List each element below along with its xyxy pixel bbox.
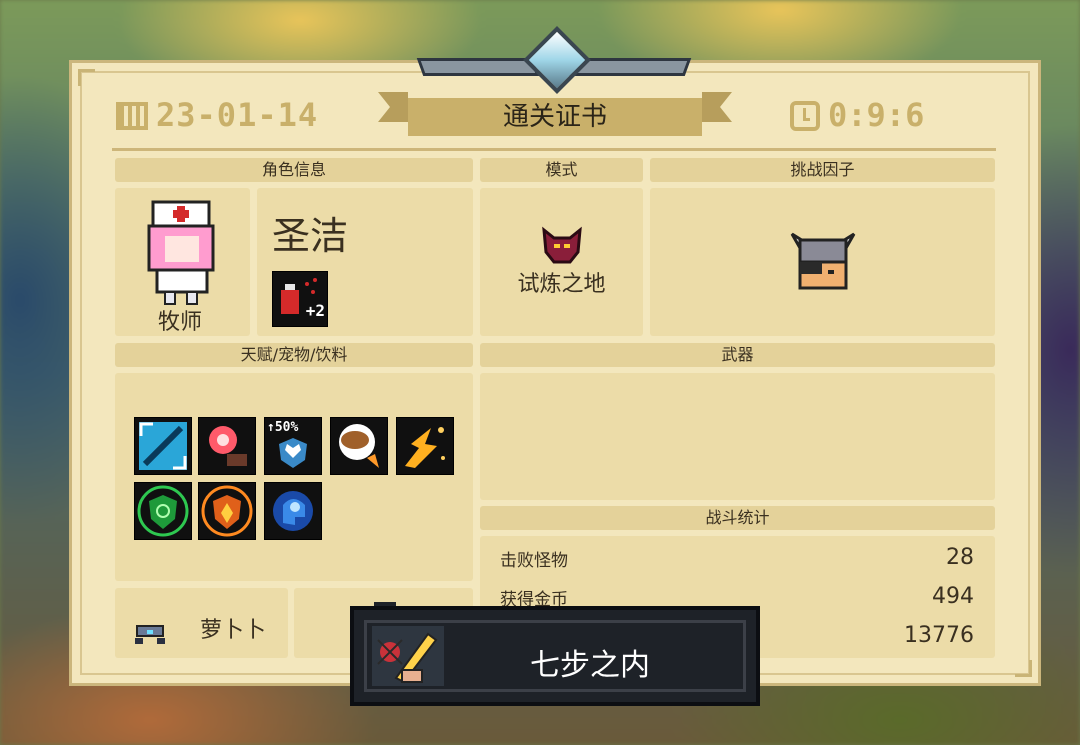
clock-icon [790,101,820,131]
silver-crest-ornament [416,26,692,94]
stat-label-kills: 击败怪物 [500,551,568,571]
stat-value-third: 13776 [904,623,974,648]
section-battle-stats: 战斗统计 [480,506,995,530]
talent-slot[interactable] [264,482,322,540]
talent-slot[interactable] [198,482,256,540]
red-orb-icon [209,426,247,466]
talent-slot[interactable] [330,417,388,475]
golden-sword-icon [377,632,438,684]
diamond-gem-icon [523,26,591,94]
talent-slot[interactable] [396,417,454,475]
pet-robot-icon [135,625,165,644]
section-talents: 天赋/宠物/饮料 [115,343,473,367]
section-mode: 模式 [480,158,643,182]
buff-level-badge: +2 [305,301,325,320]
talent-slot[interactable] [134,482,192,540]
talent-slot[interactable]: ↑50% [264,417,322,475]
stat-value-gold: 494 [932,584,974,609]
pet-name: 萝卜卜 [200,618,267,643]
talents-panel [115,373,473,581]
demon-mask-icon [542,226,582,264]
section-character-info: 角色信息 [115,158,473,182]
corner-ornament [78,69,95,86]
character-portrait-panel[interactable]: 牧师 [115,188,250,336]
speed-blade-icon [139,422,187,470]
time-text: 0:9:6 [828,96,925,134]
challenge-factor-panel[interactable] [650,188,995,336]
priest-character-sprite [147,200,215,305]
header-divider [112,148,996,151]
potion-buff-icon[interactable]: +2 [272,271,328,327]
character-skin-name: 圣洁 [272,214,349,258]
weapon-panel [480,373,995,500]
stat-value-kills: 28 [946,545,974,570]
weapon-icon-frame [372,626,444,686]
talent-badge: ↑50% [267,420,299,435]
mode-panel[interactable] [480,188,643,336]
explosion-spark-icon [405,427,445,468]
certificate-title: 通关证书 [408,98,702,136]
weapon-popup[interactable]: 七步之内 [350,606,760,706]
section-weapon: 武器 [480,343,995,367]
viking-helmet-challenge-icon [790,232,856,290]
blue-brain-icon [273,491,313,531]
run-time: 0:9:6 [790,96,924,134]
corner-ornament [1015,660,1032,677]
weapon-name: 七步之内 [530,648,650,683]
date-text: 23-01-14 [156,96,319,134]
meat-drumstick-icon [339,424,379,468]
talent-slot[interactable] [134,417,192,475]
mode-name: 试炼之地 [517,272,606,297]
calendar-icon [116,102,148,130]
character-class: 牧师 [158,310,203,335]
section-challenge-factor: 挑战因子 [650,158,995,182]
crest-left-wing [416,58,540,76]
orange-shield-icon [201,485,253,537]
run-date: 23-01-14 [116,96,318,134]
talent-slot[interactable] [198,417,256,475]
green-shield-icon [137,485,189,537]
